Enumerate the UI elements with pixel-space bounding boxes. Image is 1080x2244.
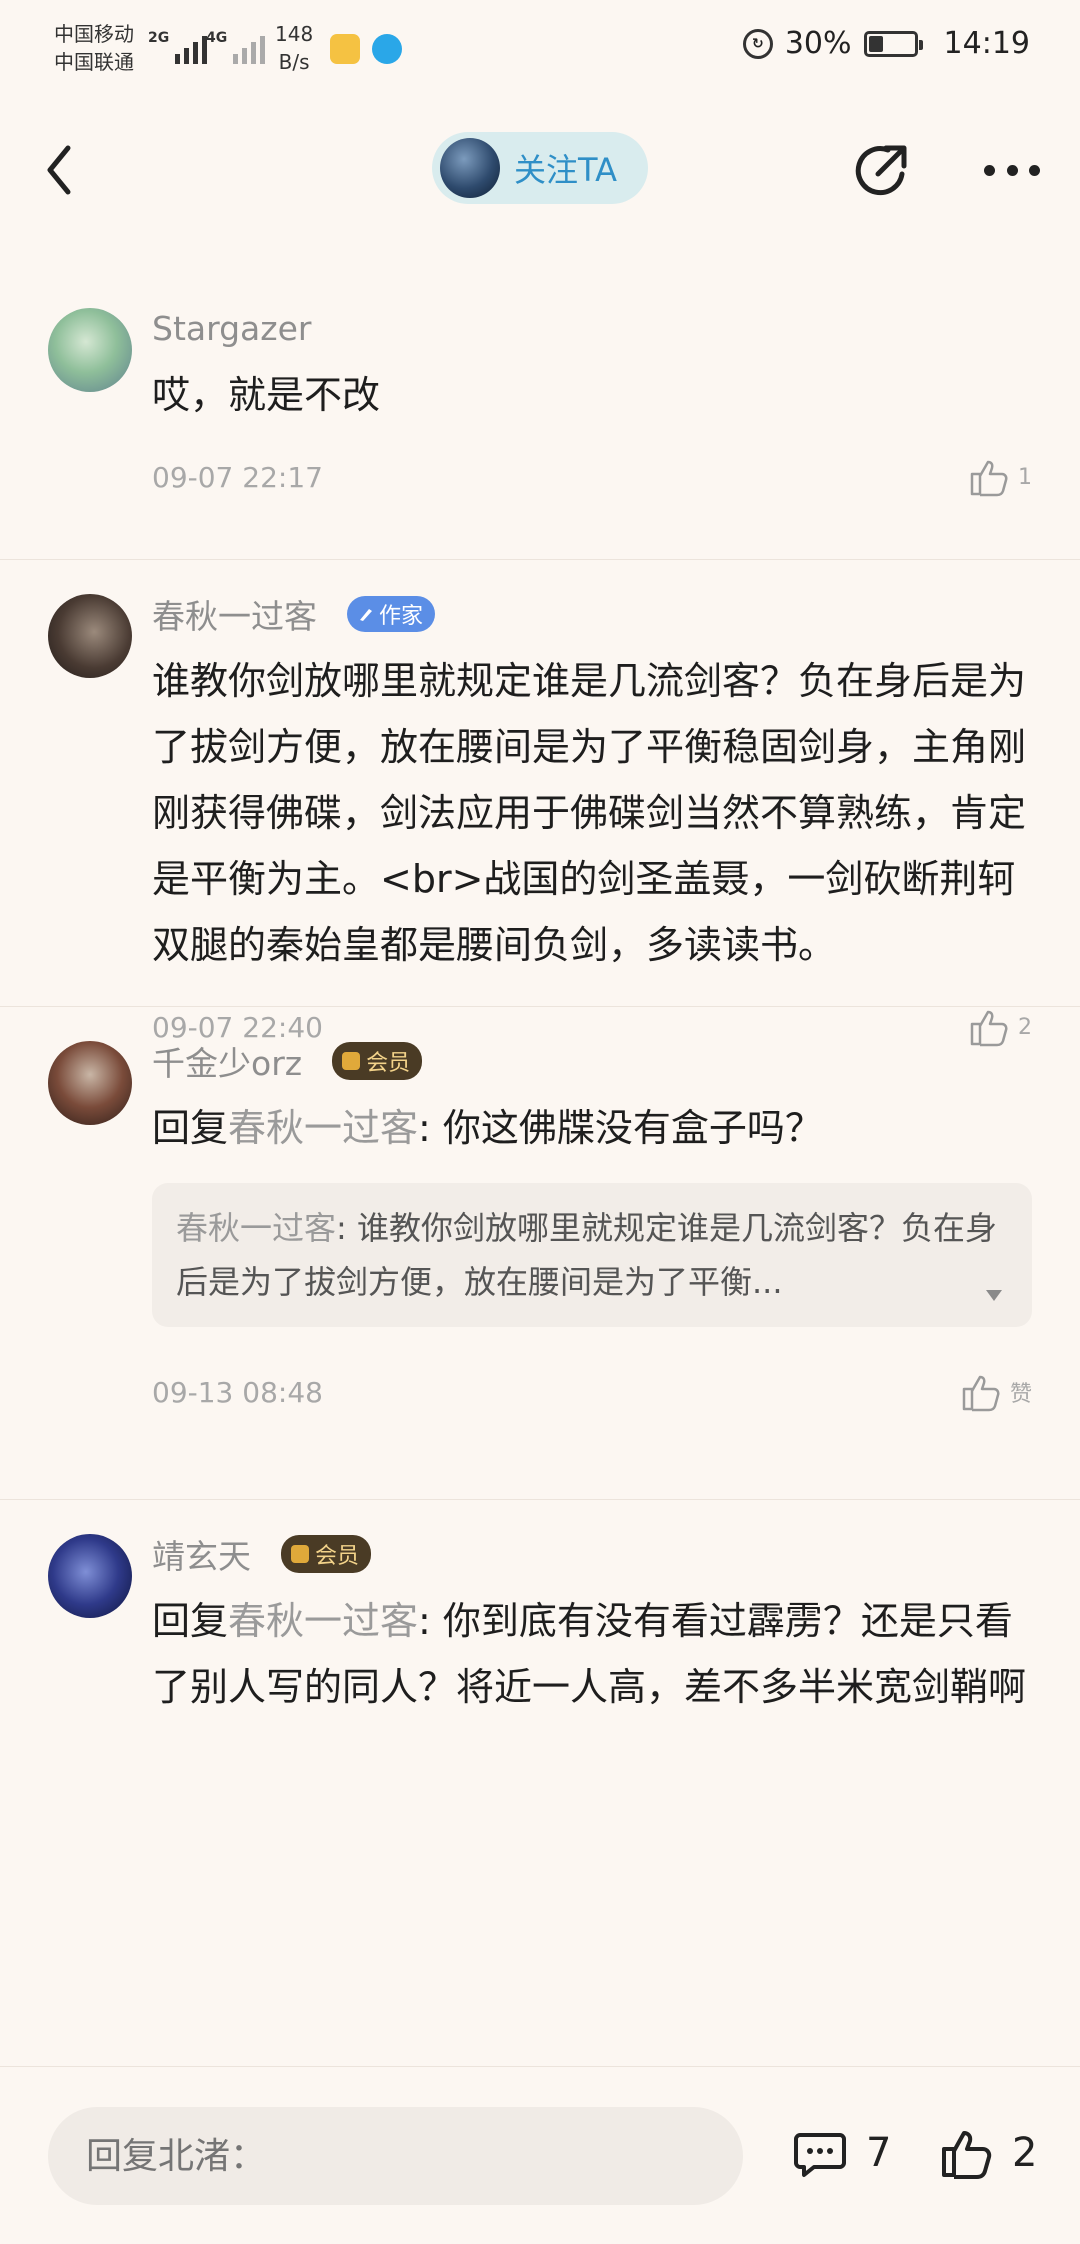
comments-button[interactable]: 7 xyxy=(792,2125,891,2181)
like-count: 1 xyxy=(1018,464,1032,490)
member-badge: 会员 xyxy=(332,1042,423,1080)
status-right: ↻ 30% 14:19 xyxy=(742,26,1030,61)
comment-item: Stargazer 哎，就是不改 09-07 22:17 1 xyxy=(0,290,1080,560)
more-options-icon[interactable] xyxy=(984,160,1040,180)
follow-label: 关注TA xyxy=(514,151,617,189)
gallery-app-icon xyxy=(330,34,360,64)
comment-text: 回复春秋一过客: 你到底有没有看过霹雳？还是只看了别人写的同人？将近一人高，差不… xyxy=(152,1599,1027,1709)
thumbs-up-icon xyxy=(962,1375,1000,1412)
quote-user: 春秋一过客 xyxy=(176,1209,337,1247)
username[interactable]: 靖玄天 xyxy=(152,1530,251,1578)
follow-button[interactable]: 关注TA xyxy=(432,132,648,204)
clock: 14:19 xyxy=(943,26,1030,61)
member-badge: 会员 xyxy=(281,1535,372,1573)
signal-2-icon: 4G xyxy=(206,30,266,64)
member-icon xyxy=(291,1545,309,1563)
share-icon[interactable] xyxy=(848,138,914,204)
carrier-2: 中国联通 xyxy=(54,50,134,74)
reply-to-user[interactable]: 春秋一过客 xyxy=(228,1599,418,1643)
carrier-labels: 中国移动 中国联通 xyxy=(54,20,134,76)
comment-text: 哎，就是不改 xyxy=(152,373,381,417)
signal-1-icon: 2G xyxy=(148,30,208,64)
avatar[interactable] xyxy=(48,1041,132,1125)
writer-badge: 作家 xyxy=(347,596,436,632)
comment-time: 09-13 08:48 xyxy=(152,1375,323,1409)
battery-percent: 30% xyxy=(784,26,852,61)
battery-icon xyxy=(863,30,923,57)
username[interactable]: 春秋一过客 xyxy=(152,590,317,638)
comment-list: Stargazer 哎，就是不改 09-07 22:17 1 春秋一过客 作家 xyxy=(0,290,1080,1760)
thumbs-up-icon xyxy=(970,460,1008,497)
net-speed: 148 B/s xyxy=(275,22,314,74)
comment-item: 靖玄天 会员 回复春秋一过客: 你到底有没有看过霹雳？还是只看了别人写的同人？将… xyxy=(0,1500,1080,1760)
avatar[interactable] xyxy=(48,594,132,678)
comment-text: 谁教你剑放哪里就规定谁是几流剑客？负在身后是为了拔剑方便，放在腰间是为了平衡稳固… xyxy=(152,659,1027,967)
quoted-comment[interactable]: 春秋一过客: 谁教你剑放哪里就规定谁是几流剑客？负在身后是为了拔剑方便，放在腰间… xyxy=(152,1183,1032,1327)
pen-icon xyxy=(360,609,372,621)
like-button[interactable]: 1 xyxy=(968,456,1032,498)
reply-to-user[interactable]: 春秋一过客 xyxy=(228,1106,418,1150)
comment-bubble-icon xyxy=(794,2133,846,2177)
comment-item: 千金少orz 会员 回复春秋一过客: 你这佛牒没有盒子吗？ 春秋一过客: 谁教你… xyxy=(0,1007,1080,1500)
comment-item: 春秋一过客 作家 谁教你剑放哪里就规定谁是几流剑客？负在身后是为了拔剑方便，放在… xyxy=(0,560,1080,1047)
username[interactable]: Stargazer xyxy=(152,309,311,348)
thumbs-up-icon xyxy=(942,2131,992,2179)
rotation-lock-icon: ↻ xyxy=(742,28,773,59)
author-avatar xyxy=(440,138,500,198)
status-bar: 中国移动 中国联通 2G 4G 148 B/s ↻ 30% 14:19 xyxy=(0,0,1080,100)
like-button[interactable]: 赞 xyxy=(960,1371,1032,1413)
like-post-button[interactable]: 2 xyxy=(938,2125,1037,2181)
nav-bar: 关注TA xyxy=(0,110,1080,230)
comment-time: 09-07 22:17 xyxy=(152,460,323,494)
qq-app-icon xyxy=(372,34,402,64)
comment-count: 7 xyxy=(866,2130,892,2176)
bottom-bar: 7 2 xyxy=(0,2066,1080,2244)
avatar[interactable] xyxy=(48,308,132,392)
comment-text: 回复春秋一过客: 你这佛牒没有盒子吗？ xyxy=(152,1106,823,1150)
username[interactable]: 千金少orz xyxy=(152,1037,302,1085)
expand-triangle-icon[interactable] xyxy=(986,1290,1002,1301)
carrier-1: 中国移动 xyxy=(54,22,134,46)
back-arrow-icon[interactable] xyxy=(40,140,80,200)
like-count: 2 xyxy=(1012,2130,1038,2176)
member-icon xyxy=(342,1052,361,1070)
like-label: 赞 xyxy=(1009,1382,1032,1407)
avatar[interactable] xyxy=(48,1534,132,1618)
reply-input[interactable] xyxy=(48,2107,743,2205)
